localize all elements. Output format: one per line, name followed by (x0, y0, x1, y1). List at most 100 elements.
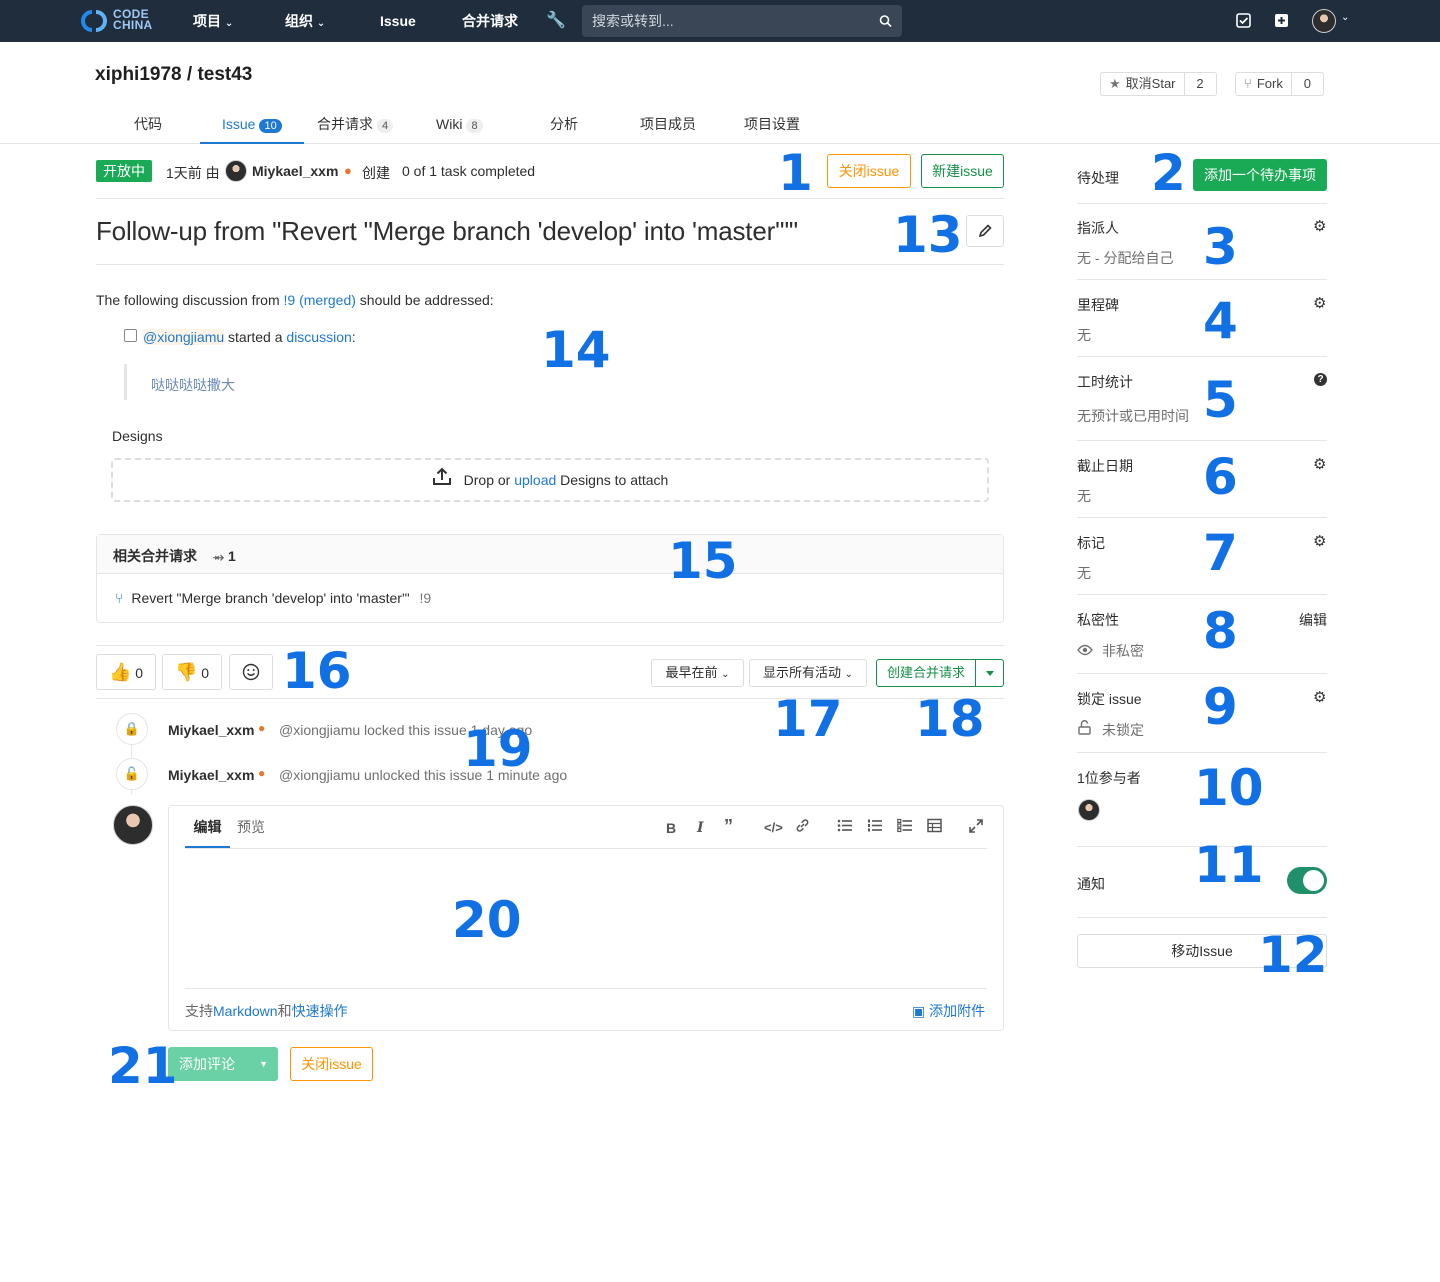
close-issue-button[interactable]: 关闭issue (827, 154, 911, 188)
create-mr-dropdown-toggle[interactable] (975, 659, 1004, 687)
tab-members[interactable]: 项目成员 (640, 104, 696, 144)
markdown-link[interactable]: Markdown (213, 1003, 278, 1019)
confidentiality-title: 私密性 (1077, 612, 1119, 628)
gear-icon[interactable]: ⚙ (1313, 219, 1327, 234)
assignee-value[interactable]: 无 - 分配给自己 (1077, 248, 1173, 268)
wrench-icon[interactable]: 🔧 (546, 0, 566, 42)
task-checkbox[interactable] (124, 329, 137, 342)
user-avatar[interactable] (1312, 9, 1336, 33)
participants-title: 1位参与者 (1077, 770, 1141, 786)
quote-icon[interactable]: ” (724, 816, 733, 837)
basketball-icon: ● (344, 163, 352, 178)
add-comment-button[interactable]: 添加评论 ▼ (168, 1047, 278, 1081)
tab-settings[interactable]: 项目设置 (744, 104, 800, 144)
edit-title-button[interactable] (966, 215, 1004, 247)
task-item: @xiongjiamu started a discussion: (143, 329, 356, 345)
notifications-toggle[interactable] (1287, 867, 1327, 894)
fork-button[interactable]: ⑂ Fork (1236, 73, 1291, 95)
annotation-13: 13 (893, 206, 963, 264)
attach-file-button[interactable]: ▣ 添加附件 (912, 1001, 985, 1021)
confidentiality-edit-link[interactable]: 编辑 (1299, 610, 1327, 630)
related-mr-item[interactable]: ⑂ Revert "Merge branch 'develop' into 'ma… (97, 574, 1003, 622)
nav-merge-requests[interactable]: 合并请求 (462, 0, 518, 42)
code-icon[interactable]: </> (764, 820, 783, 835)
nav-issues[interactable]: Issue (380, 0, 416, 42)
thumbs-up-button[interactable]: 👍 0 (96, 654, 156, 690)
comment-textarea[interactable] (185, 850, 987, 988)
nav-groups[interactable]: 组织 ⌄ (285, 0, 325, 42)
divider (96, 264, 1004, 265)
logo-text[interactable]: CODE CHINA (113, 8, 153, 31)
divider (1077, 517, 1327, 518)
annotation-9: 9 (1203, 678, 1238, 736)
table-icon[interactable] (927, 818, 942, 836)
gear-icon[interactable]: ⚙ (1313, 690, 1327, 705)
new-item-plus-icon[interactable] (1274, 13, 1289, 31)
activity-filter-dropdown[interactable]: 显示所有活动 ⌄ (749, 659, 867, 687)
labels-title: 标记 (1077, 535, 1105, 551)
current-user-avatar[interactable] (113, 805, 153, 845)
created-label: 创建 (362, 165, 390, 181)
gear-icon[interactable]: ⚙ (1313, 534, 1327, 549)
fullscreen-icon[interactable] (969, 819, 983, 836)
sort-dropdown[interactable]: 最早在前 ⌄ (651, 659, 744, 687)
image-icon: ▣ (912, 1003, 926, 1019)
link-icon[interactable] (795, 818, 810, 836)
search-icon (879, 5, 892, 48)
codechina-logo-icon[interactable] (80, 8, 108, 34)
new-issue-button[interactable]: 新建issue (921, 154, 1004, 188)
annotation-16: 16 (282, 642, 352, 700)
project-tabs: 代码 Issue 10 合并请求 4 Wiki 8 分析 项目成员 项目设置 (0, 104, 1440, 144)
divider (96, 198, 1004, 199)
star-count[interactable]: 2 (1183, 73, 1216, 95)
upload-link[interactable]: upload (514, 472, 556, 488)
tab-analytics[interactable]: 分析 (550, 104, 578, 144)
merge-request-link[interactable]: !9 (merged) (284, 292, 356, 308)
gear-icon[interactable]: ⚙ (1313, 296, 1327, 311)
related-mr-card: 相关合并请求 ⥇ 1 ⑂ Revert "Merge branch 'develo… (96, 534, 1004, 623)
italic-icon[interactable]: I (697, 820, 704, 836)
design-dropzone[interactable]: Drop or upload Designs to attach (111, 458, 989, 502)
help-icon[interactable]: ? (1314, 373, 1327, 386)
close-issue-bottom-button[interactable]: 关闭issue (290, 1047, 373, 1081)
lock-icon: 🔒 (116, 713, 148, 745)
due-date-value: 无 (1077, 488, 1091, 504)
fork-button-group[interactable]: ⑂ Fork 0 (1235, 72, 1324, 96)
divider (1077, 917, 1327, 918)
task-list-icon[interactable] (897, 818, 912, 836)
nav-projects[interactable]: 项目 ⌄ (193, 0, 233, 42)
project-title[interactable]: xiphi1978 / test43 (95, 64, 252, 86)
quick-actions-link[interactable]: 快速操作 (292, 1003, 348, 1019)
star-button-group[interactable]: ★ 取消Star 2 (1100, 72, 1217, 96)
add-reaction-button[interactable] (229, 654, 273, 690)
discussion-link[interactable]: discussion (286, 329, 351, 345)
unstar-button[interactable]: ★ 取消Star (1101, 73, 1184, 95)
numbered-list-icon[interactable] (867, 818, 882, 836)
bullet-list-icon[interactable] (837, 818, 852, 836)
time-tracking-title: 工时统计 (1077, 374, 1133, 390)
participant-avatar[interactable] (1078, 799, 1100, 821)
thumbs-down-button[interactable]: 👎 0 (162, 654, 222, 690)
gear-icon[interactable]: ⚙ (1313, 457, 1327, 472)
tab-edit[interactable]: 编辑 (185, 806, 230, 848)
search-input[interactable]: 搜索或转到... (582, 5, 902, 37)
mention-link[interactable]: @xiongjiamu (143, 329, 225, 345)
tab-code[interactable]: 代码 (134, 104, 162, 144)
annotation-18: 18 (915, 690, 985, 748)
tab-issue[interactable]: Issue 10 (200, 104, 304, 144)
tab-merge-requests[interactable]: 合并请求 4 (317, 104, 394, 144)
bold-icon[interactable]: B (666, 820, 676, 836)
add-todo-button[interactable]: 添加一个待办事项 (1193, 159, 1327, 191)
event-author[interactable]: Miykael_xxm (168, 722, 254, 738)
create-merge-request-button[interactable]: 创建合并请求 (876, 659, 976, 687)
author-name[interactable]: Miykael_xxm (252, 163, 338, 179)
chevron-down-icon[interactable]: ⌄ (1341, 12, 1349, 23)
tab-preview[interactable]: 预览 (237, 806, 265, 848)
author-avatar[interactable] (225, 160, 247, 182)
tab-wiki[interactable]: Wiki 8 (436, 104, 483, 144)
issue-description: The following discussion from !9 (merged… (96, 292, 494, 308)
due-date-title: 截止日期 (1077, 458, 1133, 474)
fork-count[interactable]: 0 (1290, 73, 1323, 95)
todos-icon[interactable] (1236, 13, 1251, 31)
event-author[interactable]: Miykael_xxm (168, 767, 254, 783)
